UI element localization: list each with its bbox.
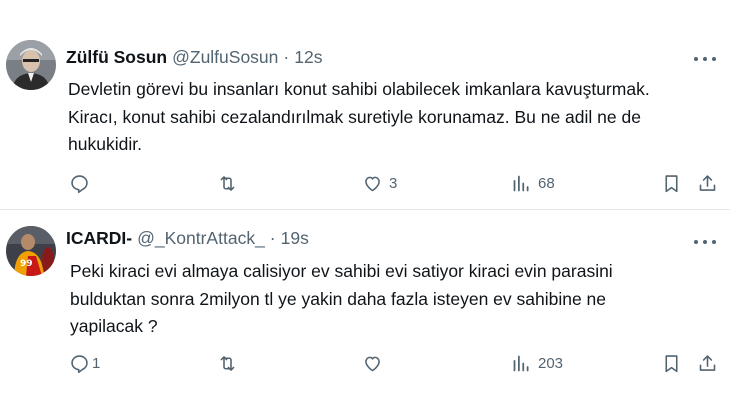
like-icon (365, 176, 380, 191)
tweet-text-line: bulduktan sonra 2milyon tl ye yakin daha… (70, 288, 607, 309)
tweet-text-line: Peki kiraci evi almaya calisiyor ev sahi… (70, 261, 613, 281)
retweet-button[interactable] (217, 170, 244, 196)
tweet-feed: Zülfü Sosun @ZulfuSosun · 12s Devletin g… (0, 0, 730, 420)
svg-text:99: 99 (20, 259, 33, 269)
retweet-icon (220, 175, 235, 191)
bookmark-icon (665, 174, 678, 192)
timestamp[interactable]: 12s (294, 47, 322, 68)
separator-dot: · (269, 228, 276, 248)
author-handle[interactable]: @ZulfuSosun (172, 47, 278, 68)
tweet-header: Zülfü Sosun @ZulfuSosun · 12s (66, 47, 322, 71)
reply-icon (71, 354, 88, 373)
views-button[interactable]: 203 (511, 350, 563, 376)
like-button[interactable] (362, 350, 389, 376)
share-button[interactable] (697, 350, 718, 376)
tweet-actions: 3 68 (0, 170, 730, 196)
retweet-icon (220, 355, 235, 371)
tweet-text-line: hukukidir. (68, 134, 142, 154)
author-name[interactable]: Zülfü Sosun (66, 47, 167, 68)
tweet-text-line: Devletin görevi bu insanları konut sahib… (68, 79, 650, 99)
more-icon[interactable] (694, 50, 716, 68)
author-name[interactable]: ICARDI- (66, 228, 132, 249)
tweet[interactable]: 99 ICARDI- @_KontrAttack_ · 19s Peki kir… (0, 211, 730, 420)
tweet-actions: 1 203 (0, 350, 730, 376)
timestamp[interactable]: 19s (281, 228, 309, 249)
tweet-text: Peki kiraci evi almaya calisiyor ev sahi… (70, 258, 720, 341)
bookmark-button[interactable] (661, 350, 682, 376)
share-button[interactable] (697, 170, 718, 196)
tweet-header: ICARDI- @_KontrAttack_ · 19s (66, 228, 309, 252)
views-icon (513, 175, 529, 191)
avatar[interactable]: 99 (6, 226, 56, 276)
like-icon (365, 356, 380, 371)
reply-count: 1 (92, 354, 101, 372)
reply-button[interactable] (69, 170, 96, 196)
retweet-button[interactable] (217, 350, 244, 376)
author-handle[interactable]: @_KontrAttack_ (137, 228, 265, 249)
avatar[interactable] (6, 40, 56, 90)
bookmark-icon (665, 354, 678, 372)
like-button[interactable]: 3 (362, 170, 397, 196)
views-icon (513, 355, 529, 371)
avatar-photo (6, 40, 56, 90)
more-icon[interactable] (694, 233, 716, 251)
like-count: 3 (389, 174, 398, 192)
tweet-text: Devletin görevi bu insanları konut sahib… (68, 76, 718, 159)
tweet-text-line: yapilacak ? (70, 316, 158, 336)
reply-button[interactable]: 1 (69, 350, 100, 376)
share-icon (699, 354, 716, 371)
tweet-text-line: Kiracı, konut sahibi cezalandırılmak sur… (68, 106, 641, 127)
share-icon (699, 174, 716, 191)
separator-dot: · (283, 47, 290, 67)
bookmark-button[interactable] (661, 170, 682, 196)
reply-icon (71, 174, 88, 193)
avatar-photo: 99 (6, 226, 56, 276)
view-count: 203 (538, 354, 564, 372)
view-count: 68 (538, 174, 555, 192)
views-button[interactable]: 68 (511, 170, 555, 196)
tweet[interactable]: Zülfü Sosun @ZulfuSosun · 12s Devletin g… (0, 0, 730, 210)
tweet-divider (0, 209, 730, 210)
